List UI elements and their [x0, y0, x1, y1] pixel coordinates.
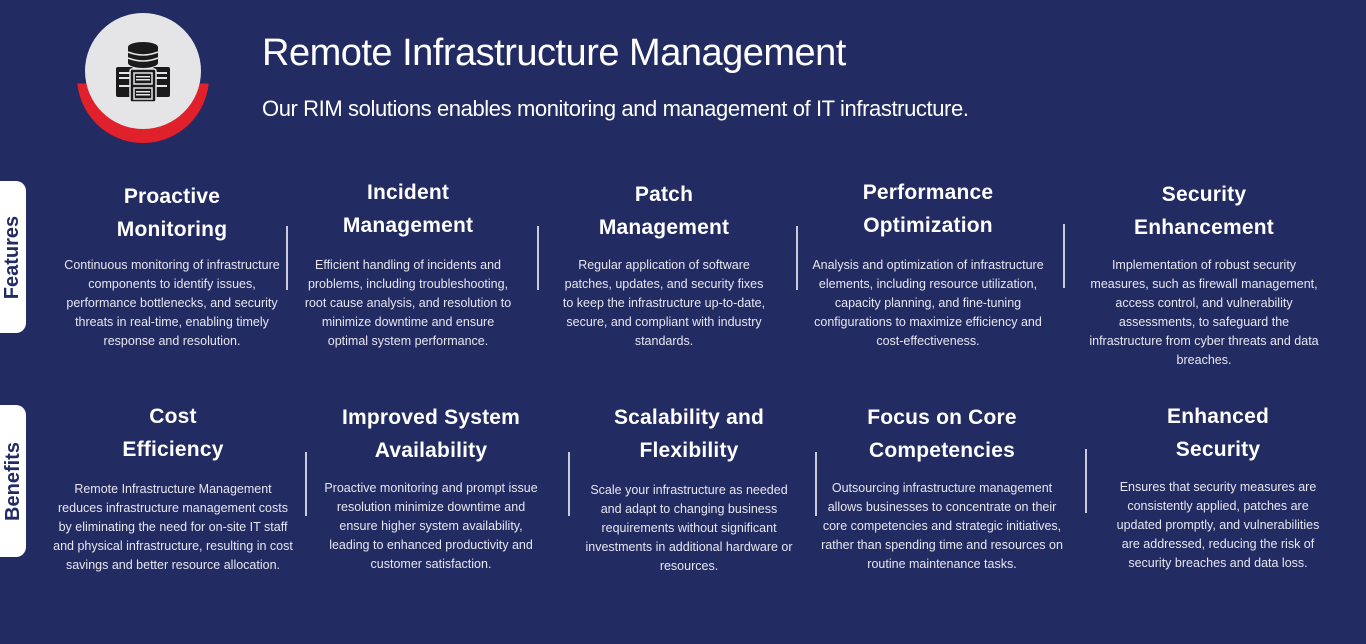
benefits-label: Benefits [1, 441, 24, 521]
feature-title: Performance Optimization [862, 181, 994, 237]
benefit-card: Scalability and Flexibility Scale your in… [580, 401, 798, 576]
benefit-description: Outsourcing infrastructure management al… [821, 481, 1063, 571]
page-title: Remote Infrastructure Management [262, 32, 846, 74]
benefit-card: Cost Efficiency Remote Infrastructure Man… [52, 400, 294, 575]
feature-title: Incident Management [342, 181, 474, 237]
feature-description: Continuous monitoring of infrastructure … [64, 258, 280, 348]
divider [568, 452, 570, 516]
feature-title: Patch Management [598, 183, 730, 239]
features-label: Features [1, 215, 24, 299]
feature-description: Efficient handling of incidents and prob… [304, 258, 512, 348]
feature-description: Implementation of robust security measur… [1089, 258, 1319, 367]
divider [537, 226, 539, 290]
feature-description: Analysis and optimization of infrastruct… [812, 258, 1044, 348]
benefit-title: Enhanced Security [1167, 405, 1269, 461]
feature-card: Security Enhancement Implementation of ro… [1084, 178, 1324, 370]
feature-description: Regular application of software patches,… [562, 258, 766, 348]
benefit-description: Proactive monitoring and prompt issue re… [324, 481, 538, 571]
feature-card: Patch Management Regular application of s… [560, 178, 768, 351]
divider [796, 226, 798, 290]
logo [77, 11, 209, 143]
logo-circle [85, 13, 201, 129]
benefit-card: Focus on Core Competencies Outsourcing in… [816, 401, 1068, 574]
divider [1085, 449, 1087, 513]
benefit-description: Ensures that security measures are consi… [1116, 480, 1320, 570]
page-subtitle: Our RIM solutions enables monitoring and… [262, 96, 969, 121]
divider [1063, 224, 1065, 288]
divider [305, 452, 307, 516]
feature-card: Incident Management Efficient handling of… [300, 176, 516, 351]
benefit-title: Cost Efficiency [122, 405, 224, 461]
feature-card: Performance Optimization Analysis and opt… [810, 176, 1046, 351]
feature-card: Proactive Monitoring Continuous monitorin… [52, 180, 292, 351]
benefit-title: Scalability and Flexibility [613, 406, 765, 462]
benefits-section-tab: Benefits [0, 405, 26, 557]
features-section-tab: Features [0, 181, 26, 333]
server-database-icon [116, 42, 170, 103]
benefit-description: Remote Infrastructure Management reduces… [53, 482, 293, 572]
divider [286, 226, 288, 290]
benefit-title: Focus on Core Competencies [867, 406, 1017, 462]
feature-title: Proactive Monitoring [116, 185, 228, 241]
feature-title: Security Enhancement [1134, 183, 1274, 239]
benefit-description: Scale your infrastructure as needed and … [585, 483, 793, 573]
benefit-card: Improved System Availability Proactive mo… [324, 401, 538, 574]
benefit-card: Enhanced Security Ensures that security m… [1110, 400, 1326, 573]
benefit-title: Improved System Availability [341, 406, 521, 462]
